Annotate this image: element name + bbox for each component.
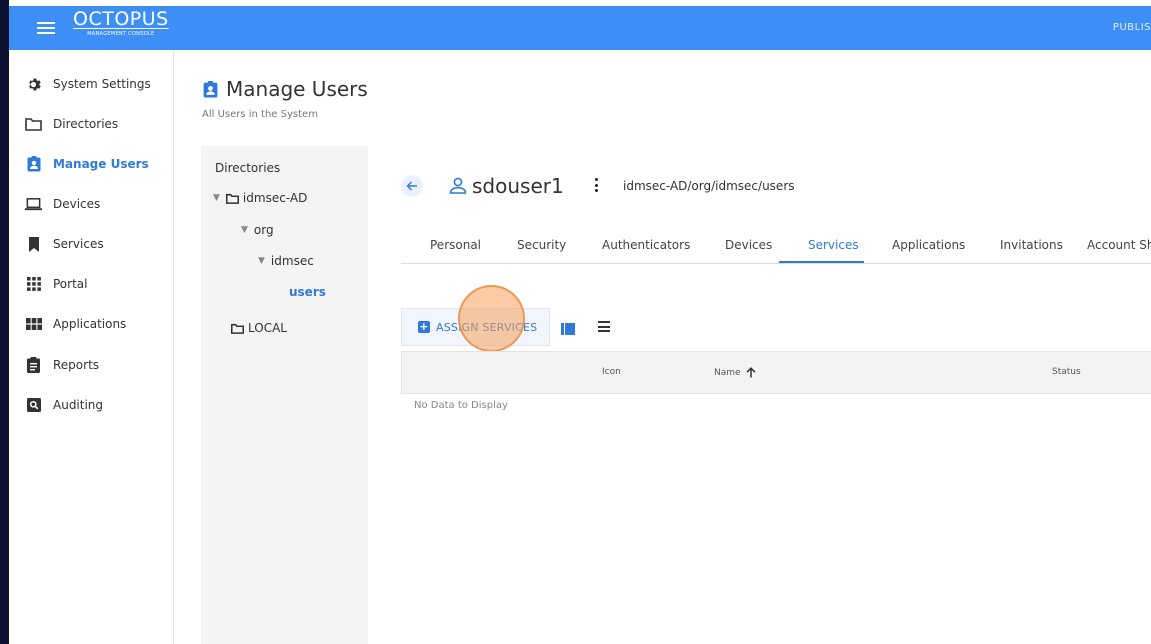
sidebar-item-devices[interactable]: Devices xyxy=(25,193,100,215)
sidebar-item-label: System Settings xyxy=(53,77,151,91)
arrow-left-icon xyxy=(406,181,417,191)
apps-icon xyxy=(25,316,42,332)
sidebar-item-reports[interactable]: Reports xyxy=(25,354,99,376)
folder-icon xyxy=(225,193,239,204)
tree-node-label: org xyxy=(253,223,274,237)
search-box-icon xyxy=(25,397,42,413)
top-right-menu[interactable]: PUBLIS xyxy=(1113,22,1151,33)
tree-node-label: idmsec xyxy=(270,254,314,268)
tree-node-idmsec[interactable]: ▼ idmsec xyxy=(258,254,314,268)
assign-services-button[interactable]: + ASSIGN SERVICES xyxy=(401,308,550,346)
user-icon xyxy=(449,177,467,198)
tree-node-label: LOCAL xyxy=(248,321,287,335)
active-tab-indicator xyxy=(779,261,864,263)
tree-node-idmsec-ad[interactable]: ▼ idmsec-AD xyxy=(213,191,307,205)
bookmark-icon xyxy=(25,236,42,252)
user-name: sdouser1 xyxy=(472,174,564,198)
app-window: OCTOPUS MANAGEMENT CONSOLE PUBLIS System… xyxy=(9,0,1151,644)
menu-icon[interactable] xyxy=(37,22,55,36)
empty-table-message: No Data to Display xyxy=(414,400,508,411)
plus-icon: + xyxy=(418,320,430,333)
tab-applications[interactable]: Applications xyxy=(892,238,965,252)
folder-icon xyxy=(25,116,42,132)
sidebar-item-portal[interactable]: Portal xyxy=(25,273,87,295)
page-title-text: Manage Users xyxy=(226,77,368,101)
logo-subtitle: MANAGEMENT CONSOLE xyxy=(87,31,155,37)
back-button[interactable] xyxy=(401,175,423,197)
top-bar: OCTOPUS MANAGEMENT CONSOLE PUBLIS xyxy=(9,6,1151,50)
user-tabs: Personal Security Authenticators Devices… xyxy=(401,226,1151,264)
sidebar: System Settings Directories Manage Users… xyxy=(9,50,174,644)
assign-services-label: ASSIGN SERVICES xyxy=(436,320,538,334)
column-header-icon[interactable]: Icon xyxy=(602,367,621,377)
sidebar-item-label: Directories xyxy=(53,117,119,131)
tree-node-label: users xyxy=(289,285,326,299)
folder-icon xyxy=(231,323,244,334)
sidebar-item-label: Applications xyxy=(53,317,127,331)
tree-title: Directories xyxy=(215,161,281,175)
tab-account-sharing[interactable]: Account Sh xyxy=(1087,238,1151,252)
column-header-status[interactable]: Status xyxy=(1052,367,1081,377)
sidebar-item-label: Manage Users xyxy=(53,157,149,171)
tree-node-org[interactable]: ▼ org xyxy=(241,223,274,237)
tab-devices[interactable]: Devices xyxy=(725,238,772,252)
tab-personal[interactable]: Personal xyxy=(430,238,481,252)
logo-name: OCTOPUS xyxy=(73,8,169,30)
app-logo[interactable]: OCTOPUS MANAGEMENT CONSOLE xyxy=(73,10,169,37)
sidebar-item-label: Portal xyxy=(53,277,88,291)
services-table-header: Icon Name Status xyxy=(401,351,1151,394)
tree-node-label: idmsec-AD xyxy=(242,191,308,205)
page-subtitle: All Users in the System xyxy=(202,109,318,120)
grid-icon xyxy=(25,276,42,292)
list-view-icon[interactable] xyxy=(598,321,610,332)
column-header-name[interactable]: Name xyxy=(714,367,756,378)
directory-tree-panel: Directories ▼ idmsec-AD ▼ org ▼ idmsec u… xyxy=(201,146,368,644)
tree-node-users[interactable]: users xyxy=(289,285,326,299)
tab-services[interactable]: Services xyxy=(808,238,859,252)
sidebar-item-label: Devices xyxy=(53,197,101,211)
sidebar-item-directories[interactable]: Directories xyxy=(25,113,118,135)
tree-node-local[interactable]: LOCAL xyxy=(231,321,287,335)
sidebar-item-label: Auditing xyxy=(53,398,104,412)
user-badge-icon xyxy=(203,80,218,98)
card-view-icon[interactable] xyxy=(561,320,575,335)
column-header-label: Name xyxy=(714,367,741,378)
tab-invitations[interactable]: Invitations xyxy=(1000,238,1063,252)
sort-ascending-icon xyxy=(746,367,756,378)
more-options-icon[interactable] xyxy=(593,177,599,193)
sidebar-item-auditing[interactable]: Auditing xyxy=(25,394,103,416)
user-path: idmsec-AD/org/idmsec/users xyxy=(623,179,795,193)
tab-authenticators[interactable]: Authenticators xyxy=(602,238,690,252)
tab-security[interactable]: Security xyxy=(517,238,566,252)
caret-down-icon[interactable]: ▼ xyxy=(258,256,265,266)
sidebar-item-applications[interactable]: Applications xyxy=(25,313,126,335)
gear-icon xyxy=(25,76,42,92)
page-title: Manage Users xyxy=(203,77,368,101)
sidebar-item-manage-users[interactable]: Manage Users xyxy=(25,153,149,175)
sidebar-item-label: Services xyxy=(53,237,104,251)
clipboard-icon xyxy=(25,357,42,373)
caret-down-icon[interactable]: ▼ xyxy=(213,193,220,203)
sidebar-item-system-settings[interactable]: System Settings xyxy=(25,73,151,95)
caret-down-icon[interactable]: ▼ xyxy=(241,225,248,235)
sidebar-item-services[interactable]: Services xyxy=(25,233,104,255)
user-badge-icon xyxy=(25,156,42,172)
laptop-icon xyxy=(25,196,42,212)
sidebar-item-label: Reports xyxy=(53,358,100,372)
